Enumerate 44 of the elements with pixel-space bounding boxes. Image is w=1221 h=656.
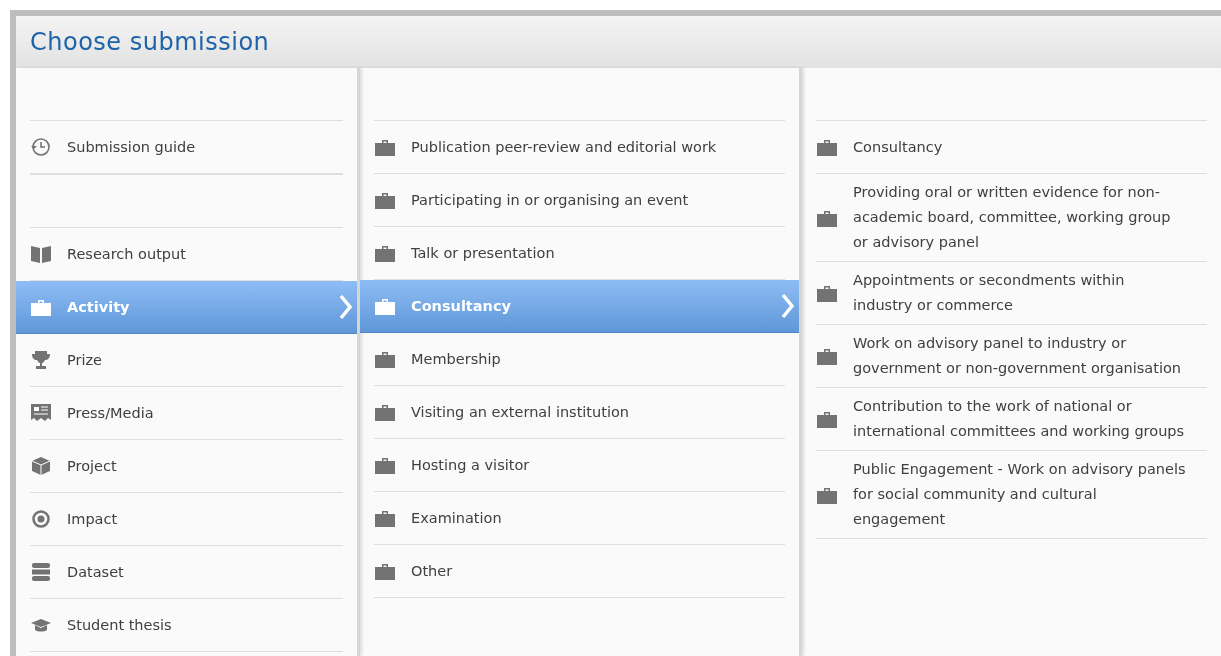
menu-item[interactable]: Prize: [30, 334, 343, 387]
briefcase-icon: [374, 296, 396, 316]
briefcase-icon: [374, 402, 396, 422]
briefcase-icon: [374, 455, 396, 475]
briefcase-icon: [816, 137, 838, 157]
window-title: Choose submission: [30, 27, 270, 58]
menu-item[interactable]: Visiting an external institution: [374, 386, 785, 439]
menu-item[interactable]: Work on advisory panel to industry or government or non-government organisation: [816, 325, 1207, 388]
briefcase-icon: [374, 561, 396, 581]
menu-item[interactable]: Press/Media: [30, 387, 343, 440]
chevron-right-icon: [339, 294, 353, 320]
menu-item[interactable]: Consultancy: [816, 121, 1207, 174]
newspaper-icon: [30, 403, 52, 423]
chevron-right-icon: [781, 293, 795, 319]
menu-item[interactable]: Contribution to the work of national or international committees and working groups: [816, 388, 1207, 451]
briefcase-icon: [816, 409, 838, 429]
target-icon: [30, 509, 52, 529]
menu-item[interactable]: Dataset: [30, 546, 343, 599]
briefcase-icon: [374, 137, 396, 157]
menu-item[interactable]: Appointments or secondments within industry or commerce: [816, 262, 1207, 325]
briefcase-icon: [816, 283, 838, 303]
briefcase-icon: [30, 297, 52, 317]
history-icon: [30, 137, 52, 157]
menu-item[interactable]: Project: [30, 440, 343, 493]
briefcase-icon: [374, 243, 396, 263]
menu-item[interactable]: Providing oral or written evidence for non-academic board, committee, working group or advisory panel: [816, 174, 1207, 262]
database-icon: [30, 562, 52, 582]
menu-item[interactable]: Other: [374, 545, 785, 598]
trophy-icon: [30, 350, 52, 370]
book-icon: [30, 244, 52, 264]
menu-item[interactable]: Publication peer-review and editorial work: [374, 121, 785, 174]
menu-item[interactable]: Impact: [30, 493, 343, 546]
menu-item[interactable]: Submission guide: [30, 121, 343, 174]
briefcase-icon: [816, 346, 838, 366]
briefcase-icon: [374, 508, 396, 528]
menu-item[interactable]: Public Engagement - Work on advisory panels for social community and cultural engagement: [816, 451, 1207, 539]
menu-item[interactable]: Participating in or organising an event: [374, 174, 785, 227]
briefcase-icon: [374, 190, 396, 210]
cube-icon: [30, 456, 52, 476]
menu-item[interactable]: Hosting a visitor: [374, 439, 785, 492]
menu-item[interactable]: Examination: [374, 492, 785, 545]
menu-item[interactable]: Membership: [374, 333, 785, 386]
menu-item[interactable]: Student thesis: [30, 599, 343, 652]
briefcase-icon: [374, 349, 396, 369]
